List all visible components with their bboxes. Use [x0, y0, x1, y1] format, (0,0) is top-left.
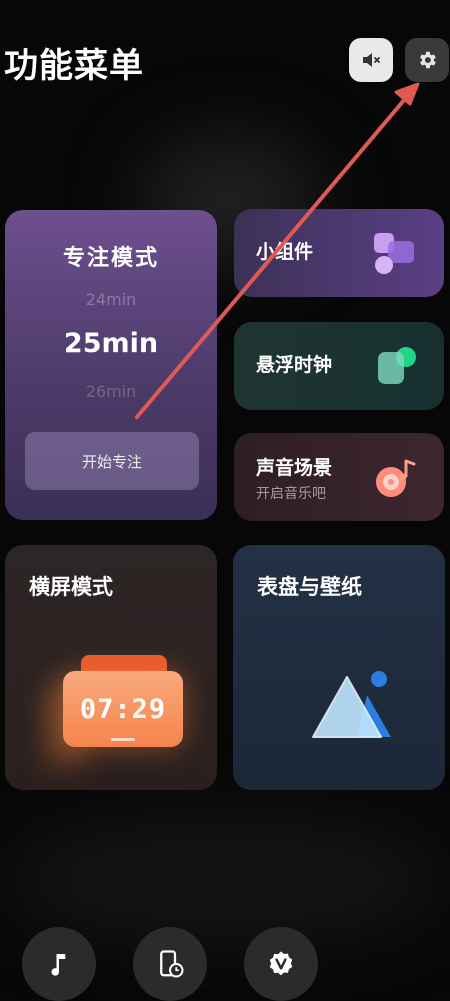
- floating-clock-icon: [378, 347, 416, 384]
- floating-clock-title: 悬浮时钟: [256, 354, 333, 376]
- music-dock-button[interactable]: [22, 927, 96, 1001]
- focus-mode-card[interactable]: 专注模式 24min 25min 26min 开始专注: [5, 210, 217, 520]
- floating-clock-card[interactable]: 悬浮时钟: [234, 322, 444, 410]
- mute-button[interactable]: [349, 38, 393, 82]
- time-option-prev[interactable]: 24min: [5, 290, 217, 309]
- image-mountain-icon: [312, 671, 391, 738]
- badge-v-icon: [269, 951, 293, 976]
- background-glow: [0, 820, 450, 940]
- music-disc-icon: [376, 459, 416, 497]
- phone-clock-icon: [160, 950, 184, 978]
- clock-time: 07:29: [79, 693, 167, 725]
- speaker-mute-icon: [363, 53, 380, 67]
- start-focus-button[interactable]: 开始专注: [25, 432, 199, 490]
- page-title: 功能菜单: [4, 46, 144, 86]
- phone-clock-dock-button[interactable]: [133, 927, 207, 1001]
- dial-wallpaper-title: 表盘与壁纸: [257, 575, 362, 599]
- landscape-mode-card[interactable]: 横屏模式 07:29: [5, 545, 217, 790]
- focus-mode-title: 专注模式: [62, 246, 159, 271]
- widgets-icon: [374, 233, 414, 274]
- dial-wallpaper-card[interactable]: 表盘与壁纸: [233, 545, 445, 790]
- clock-bar: [111, 738, 135, 741]
- badge-dock-button[interactable]: [244, 927, 318, 1001]
- settings-button[interactable]: [405, 38, 449, 82]
- time-option-next[interactable]: 26min: [5, 382, 217, 401]
- sound-scene-subtitle: 开启音乐吧: [256, 486, 326, 502]
- landscape-mode-title: 横屏模式: [29, 575, 113, 599]
- sound-scene-title: 声音场景: [256, 457, 333, 479]
- widget-title: 小组件: [256, 241, 314, 263]
- gear-icon: [420, 51, 436, 69]
- clock-illustration: 07:29: [63, 671, 183, 747]
- widget-card[interactable]: 小组件: [234, 209, 444, 297]
- music-note-icon: [51, 954, 66, 976]
- time-option-current[interactable]: 25min: [5, 328, 217, 359]
- sound-scene-card[interactable]: 声音场景 开启音乐吧: [234, 433, 444, 521]
